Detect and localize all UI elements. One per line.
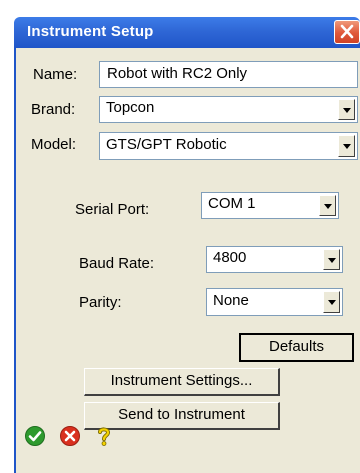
baud-rate-select[interactable]: 4800 (206, 246, 343, 273)
name-label: Name: (33, 66, 78, 83)
baud-rate-label: Baud Rate: (79, 255, 155, 272)
model-label: Model: (31, 136, 77, 153)
title-bar[interactable]: Instrument Setup (14, 17, 360, 48)
serial-port-value: COM 1 (208, 195, 256, 212)
x-circle-icon[interactable] (59, 425, 81, 447)
model-value: GTS/GPT Robotic (106, 136, 227, 153)
instrument-settings-button[interactable]: Instrument Settings... (84, 368, 280, 396)
serial-port-label: Serial Port: (75, 201, 150, 218)
question-mark-icon[interactable] (93, 425, 115, 447)
serial-port-select[interactable]: COM 1 (201, 192, 339, 219)
close-icon (340, 24, 354, 39)
chevron-down-icon[interactable] (319, 195, 336, 216)
close-button[interactable] (334, 20, 360, 44)
model-select[interactable]: GTS/GPT Robotic (99, 132, 358, 160)
chevron-down-icon[interactable] (338, 135, 355, 157)
chevron-down-icon[interactable] (338, 99, 355, 120)
parity-label: Parity: (79, 294, 122, 311)
check-circle-icon[interactable] (24, 425, 46, 447)
chevron-down-icon[interactable] (323, 249, 340, 270)
baud-rate-value: 4800 (213, 249, 247, 266)
name-input[interactable]: Robot with RC2 Only (99, 61, 358, 88)
defaults-button[interactable]: Defaults (239, 333, 354, 362)
window-title: Instrument Setup (27, 23, 154, 40)
chevron-down-icon[interactable] (323, 291, 340, 313)
brand-value: Topcon (106, 99, 155, 116)
brand-select[interactable]: Topcon (99, 96, 358, 123)
parity-select[interactable]: None (206, 288, 343, 316)
parity-value: None (213, 292, 249, 309)
brand-label: Brand: (31, 101, 76, 118)
